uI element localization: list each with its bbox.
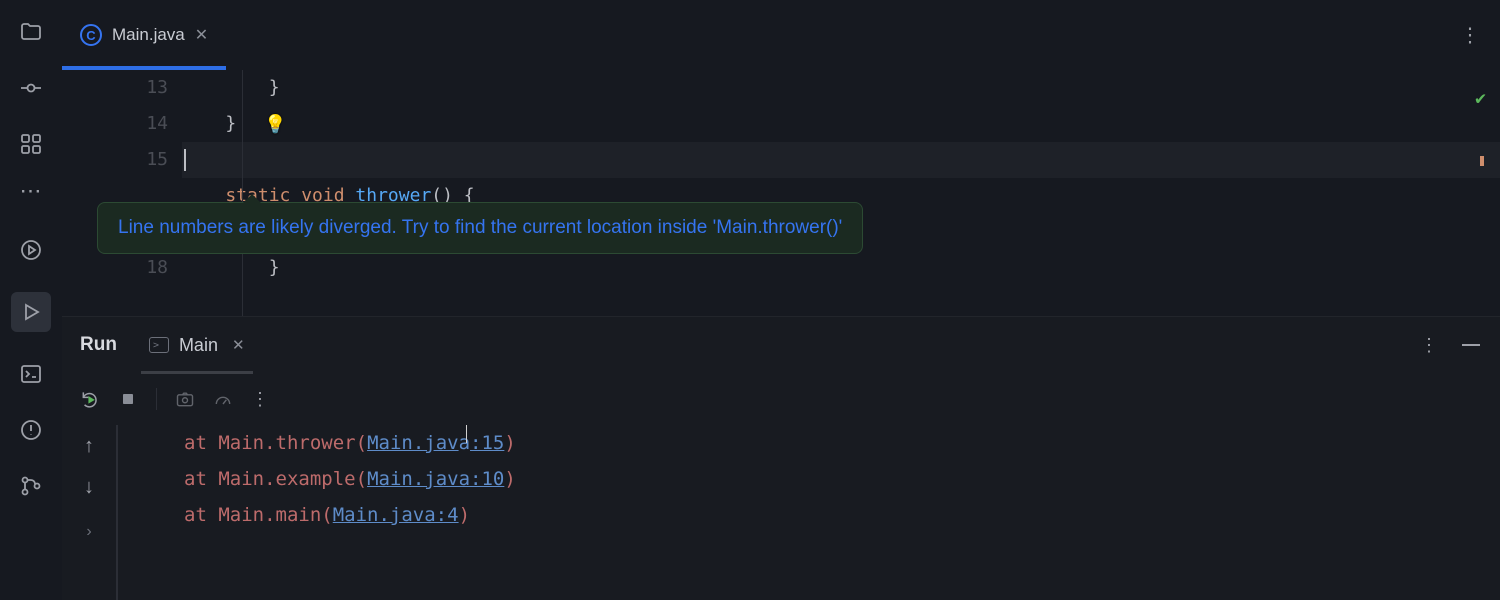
problems-icon[interactable]: [17, 416, 45, 444]
project-icon[interactable]: [17, 18, 45, 46]
run-config-icon: [149, 337, 169, 353]
services-icon[interactable]: [17, 236, 45, 264]
stack-link[interactable]: Main.java:10: [367, 468, 504, 490]
code-content[interactable]: 💡 } } static void thrower() { } Line num…: [182, 70, 1500, 316]
java-class-icon: C: [80, 24, 102, 46]
prev-trace-icon[interactable]: ↑: [84, 435, 94, 458]
intention-bulb-icon[interactable]: 💡: [264, 114, 286, 135]
stack-link[interactable]: Main.java:15: [367, 432, 504, 454]
editor-tab-more-icon[interactable]: ⋮: [1460, 23, 1480, 48]
stop-icon[interactable]: [118, 389, 138, 409]
run-panel-header: Run Main ✕ ⋮: [62, 317, 1500, 373]
code-editor[interactable]: 13 14 15 18 💡 } } static void thrower() …: [62, 70, 1500, 316]
screenshot-icon[interactable]: [175, 389, 195, 409]
code-line: [182, 142, 1500, 178]
line-number: 15: [62, 142, 168, 178]
run-panel-more-icon[interactable]: ⋮: [1420, 335, 1438, 356]
console-output[interactable]: at Main.thrower(Main.java:15) at Main.ex…: [116, 425, 1500, 600]
run-toolbar: ⋮: [62, 373, 1500, 425]
editor-tabbar: C Main.java ✕ ⋮: [62, 0, 1500, 70]
minimap-marker[interactable]: [1480, 156, 1484, 166]
minimize-panel-icon[interactable]: [1462, 344, 1480, 346]
stack-frame: at Main.thrower(Main.java:15): [184, 425, 1500, 461]
run-panel-title: Run: [80, 334, 117, 356]
close-run-tab-icon[interactable]: ✕: [232, 336, 245, 354]
run-config-tab[interactable]: Main ✕: [141, 317, 253, 373]
rerun-icon[interactable]: [80, 389, 100, 409]
line-gutter: 13 14 15 18: [62, 70, 182, 316]
editor-tab-main-java[interactable]: C Main.java ✕: [62, 0, 226, 70]
line-number: 18: [62, 250, 168, 286]
structure-icon[interactable]: [17, 130, 45, 158]
console-wrap: ↑ ↓ › at Main.thrower(Main.java:15) at M…: [62, 425, 1500, 600]
next-trace-icon[interactable]: ↓: [84, 476, 94, 499]
editor-tab-label: Main.java: [112, 25, 185, 45]
run-toolbar-more-icon[interactable]: ⋮: [251, 389, 269, 410]
diverged-lines-tooltip: Line numbers are likely diverged. Try to…: [97, 202, 863, 254]
main-area: C Main.java ✕ ⋮ 13 14 15 18 💡 } } static…: [62, 0, 1500, 600]
commit-icon[interactable]: [17, 74, 45, 102]
close-tab-icon[interactable]: ✕: [195, 25, 208, 45]
line-number: 14: [62, 106, 168, 142]
git-icon[interactable]: [17, 472, 45, 500]
terminal-icon[interactable]: [17, 360, 45, 388]
stack-link[interactable]: Main.java:4: [333, 504, 459, 526]
code-line: }: [182, 250, 1500, 286]
tool-rail: ⋯: [0, 0, 62, 600]
console-nav: ↑ ↓ ›: [62, 425, 116, 600]
code-line: }: [182, 106, 1500, 142]
code-line: }: [182, 70, 1500, 106]
more-tools-icon[interactable]: ⋯: [20, 178, 43, 204]
line-number: 13: [62, 70, 168, 106]
profiler-icon[interactable]: [213, 389, 233, 409]
run-panel: Run Main ✕ ⋮: [62, 316, 1500, 600]
inspection-ok-icon[interactable]: ✔: [1475, 88, 1486, 109]
run-tool-icon[interactable]: [11, 292, 51, 332]
run-config-label: Main: [179, 335, 218, 356]
stack-frame: at Main.example(Main.java:10): [184, 461, 1500, 497]
collapse-trace-icon[interactable]: ›: [86, 523, 91, 541]
stack-frame: at Main.main(Main.java:4): [184, 497, 1500, 533]
